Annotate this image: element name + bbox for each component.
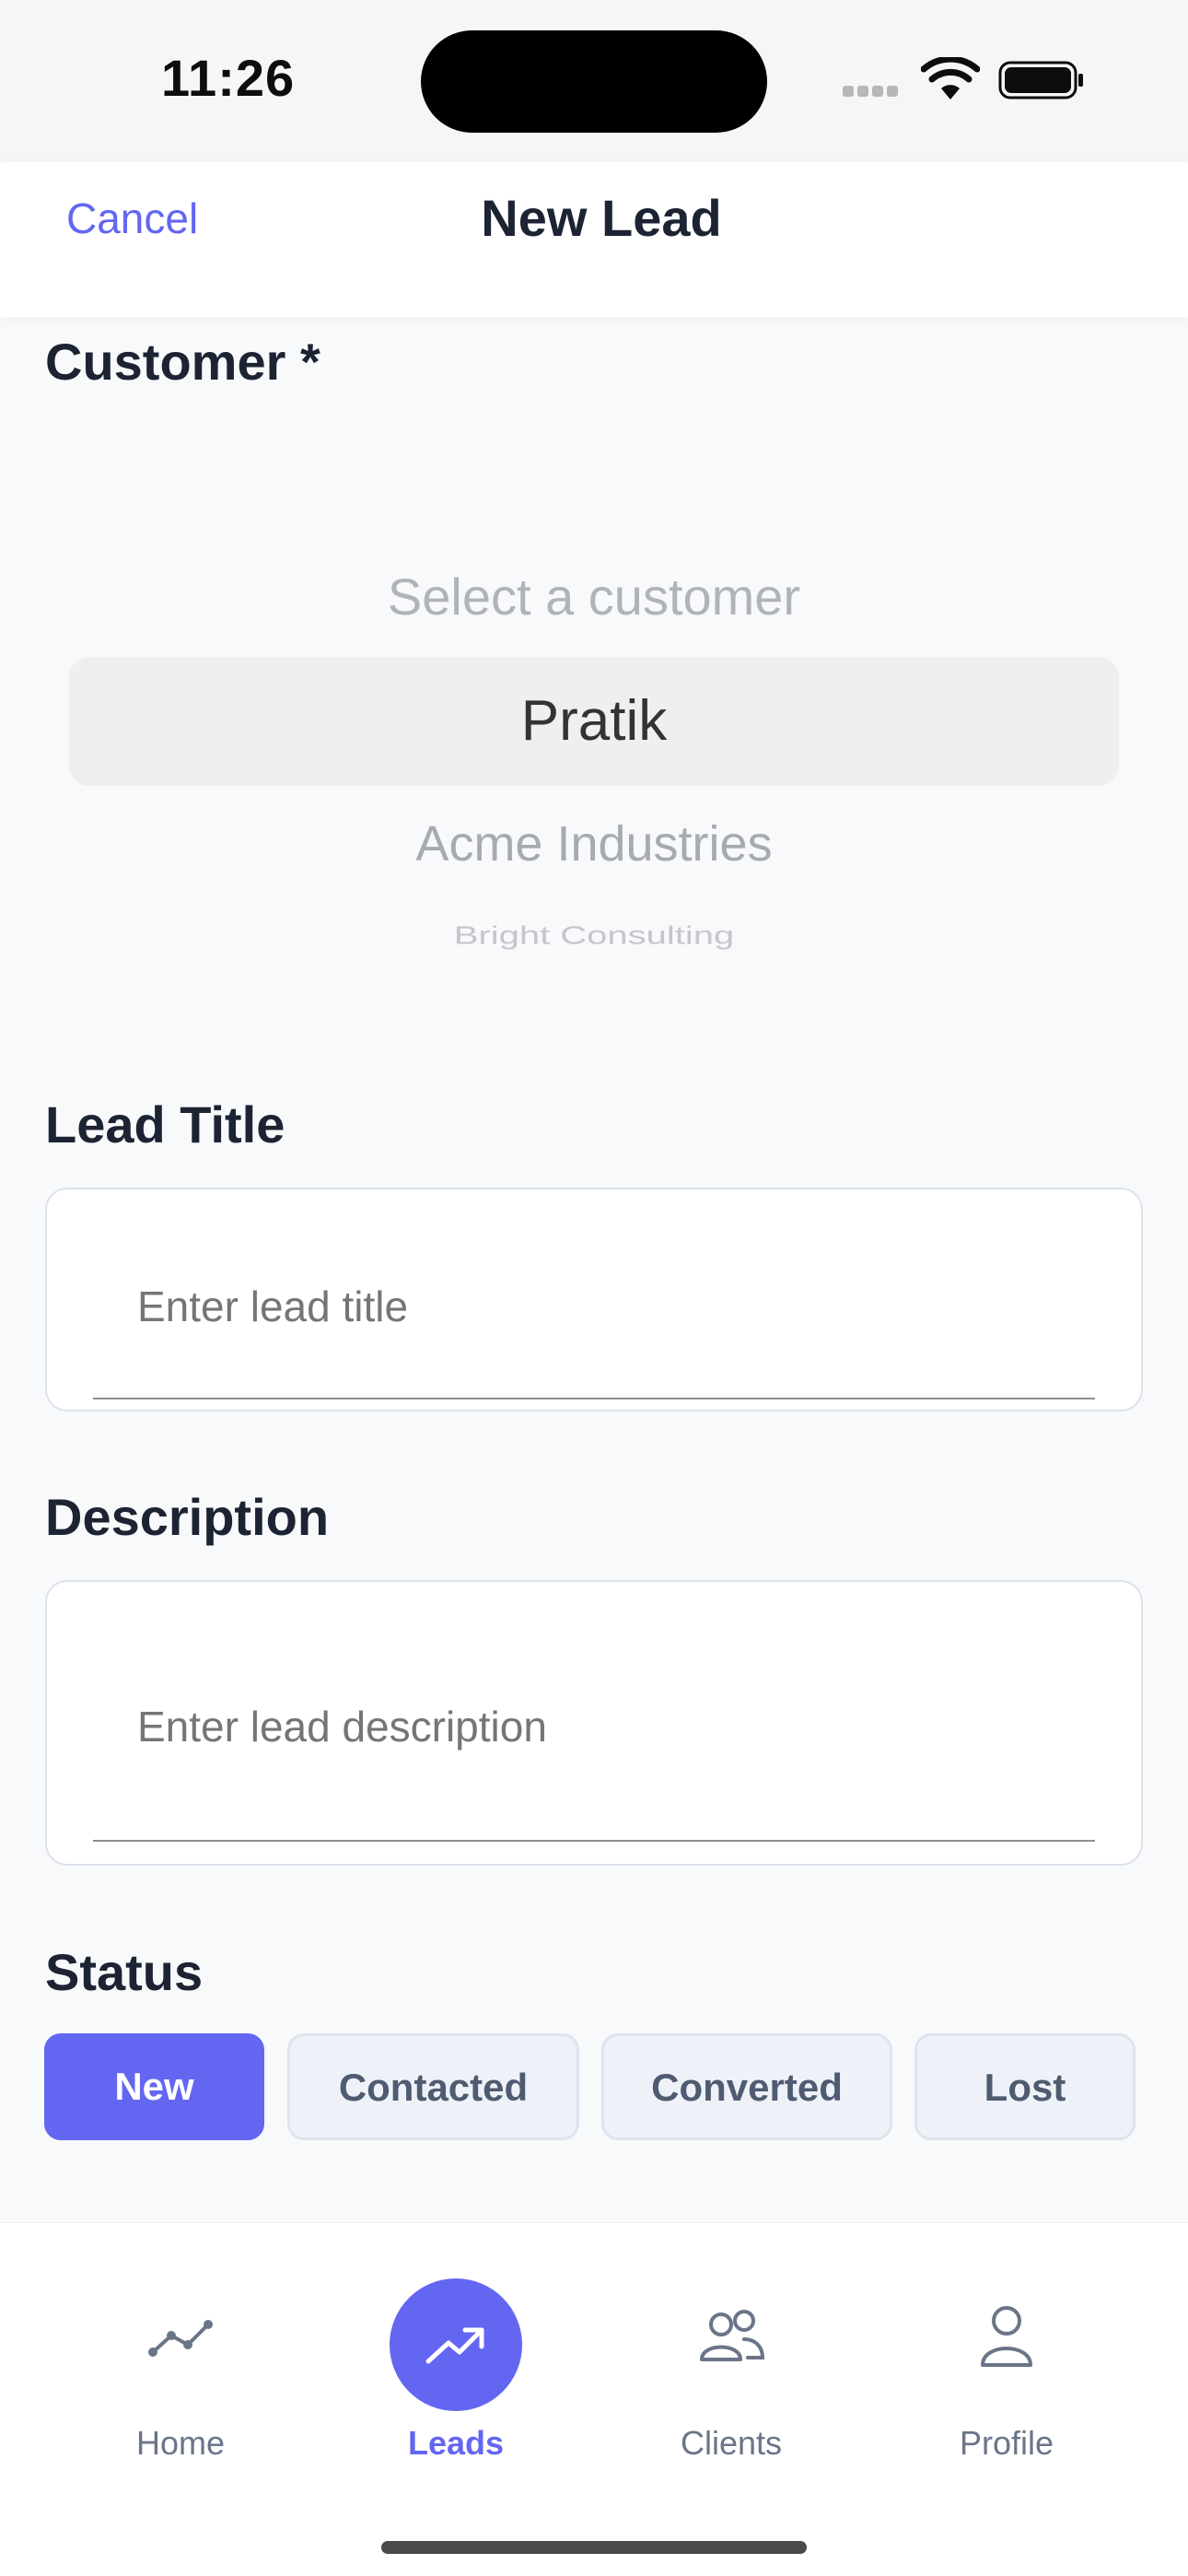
users-icon (700, 2310, 765, 2361)
user-icon (981, 2306, 1032, 2367)
status-time: 11:26 (161, 49, 296, 107)
customer-picker[interactable]: Select a customer Pratik Acme Industries… (55, 530, 1133, 972)
tab-label: Home (135, 2424, 226, 2462)
picker-option[interactable]: Bright Consulting (55, 921, 1133, 951)
status-chip-new[interactable]: New (44, 2033, 264, 2140)
chart-line-icon (148, 2320, 213, 2357)
tab-clients[interactable]: Clients (639, 2223, 823, 2463)
bottom-tab-bar: Home Leads Clients Profile (0, 2222, 1188, 2576)
cellular-signal-icon (843, 85, 905, 98)
lead-title-label: Lead Title (45, 1095, 285, 1153)
status-chip-lost[interactable]: Lost (914, 2033, 1136, 2140)
dynamic-island (421, 30, 767, 133)
picker-option[interactable]: Select a customer (55, 567, 1133, 626)
status-label: Status (45, 1943, 204, 2001)
tab-label: Profile (959, 2424, 1054, 2462)
customer-label: Customer * (45, 333, 320, 391)
trending-up-icon (425, 2327, 484, 2364)
new-lead-screen: 11:26 Cancel New Lead Customer * Select … (0, 0, 1188, 2576)
home-indicator[interactable] (381, 2541, 807, 2554)
description-input[interactable] (137, 1702, 1058, 1751)
lead-title-input[interactable] (137, 1282, 1058, 1331)
description-label: Description (45, 1488, 330, 1546)
status-bar: 11:26 (0, 0, 1188, 162)
input-underline (93, 1840, 1095, 1842)
tab-profile[interactable]: Profile (914, 2223, 1099, 2463)
input-underline (93, 1398, 1095, 1399)
lead-title-card (45, 1188, 1143, 1411)
page-title: New Lead (481, 189, 722, 247)
nav-header: Cancel New Lead (0, 162, 1188, 317)
tab-leads[interactable]: Leads (364, 2223, 548, 2463)
battery-icon (998, 61, 1083, 100)
picker-option-selected[interactable]: Pratik (55, 688, 1133, 754)
tab-label: Clients (680, 2424, 783, 2462)
wifi-icon (921, 57, 980, 100)
picker-option[interactable]: Acme Industries (55, 815, 1133, 872)
tab-home[interactable]: Home (88, 2223, 273, 2463)
status-chip-converted[interactable]: Converted (601, 2033, 892, 2140)
status-chip-contacted[interactable]: Contacted (287, 2033, 579, 2140)
description-card (45, 1580, 1143, 1866)
tab-label: Leads (407, 2424, 505, 2462)
